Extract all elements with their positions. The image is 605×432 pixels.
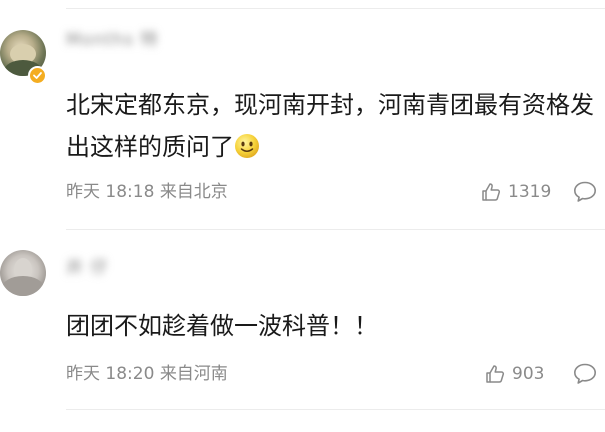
comment-source: 来自北京 — [159, 182, 228, 202]
comment-text: 团团不如趁着做一波科普！！ — [66, 312, 378, 340]
like-count: 903 — [512, 364, 545, 384]
top-divider — [66, 8, 605, 9]
comment-meta: 昨天 18:20 来自河南 — [66, 362, 228, 386]
thumbs-up-icon — [482, 183, 501, 201]
divider — [66, 409, 605, 410]
like-button[interactable]: 903 — [484, 361, 544, 387]
username[interactable]: Months 特 — [66, 28, 159, 52]
smile-emoji-icon — [234, 130, 260, 158]
comment-bubble-icon — [574, 363, 596, 384]
verified-badge-icon — [28, 66, 47, 85]
comment-text: 北宋定都东京，现河南开封，河南青团最有资格发出这样的质问了 — [66, 84, 596, 168]
comment-source: 来自河南 — [159, 364, 228, 384]
avatar[interactable] — [0, 250, 46, 296]
thumbs-up-icon — [486, 365, 505, 383]
comment-time: 昨天 18:18 — [66, 182, 155, 202]
comment-item: Months 特 北宋定都东京，现河南开封，河南青团最有资格发出这样的质问了 昨… — [0, 16, 605, 228]
divider — [66, 229, 605, 230]
reply-button[interactable] — [572, 361, 598, 387]
like-button[interactable]: 1319 — [480, 179, 551, 205]
avatar-body — [2, 276, 44, 296]
comment-meta: 昨天 18:18 来自北京 — [66, 180, 228, 204]
comment-body: 北宋定都东京，现河南开封，河南青团最有资格发出这样的质问了 — [66, 91, 594, 161]
like-count: 1319 — [508, 182, 552, 202]
comment-item: 井 仔 团团不如趁着做一波科普！！ 昨天 18:20 来自河南 903 — [0, 236, 605, 411]
username[interactable]: 井 仔 — [66, 256, 108, 280]
comment-time: 昨天 18:20 — [66, 364, 155, 384]
reply-button[interactable] — [572, 179, 598, 205]
comment-bubble-icon — [574, 181, 596, 202]
